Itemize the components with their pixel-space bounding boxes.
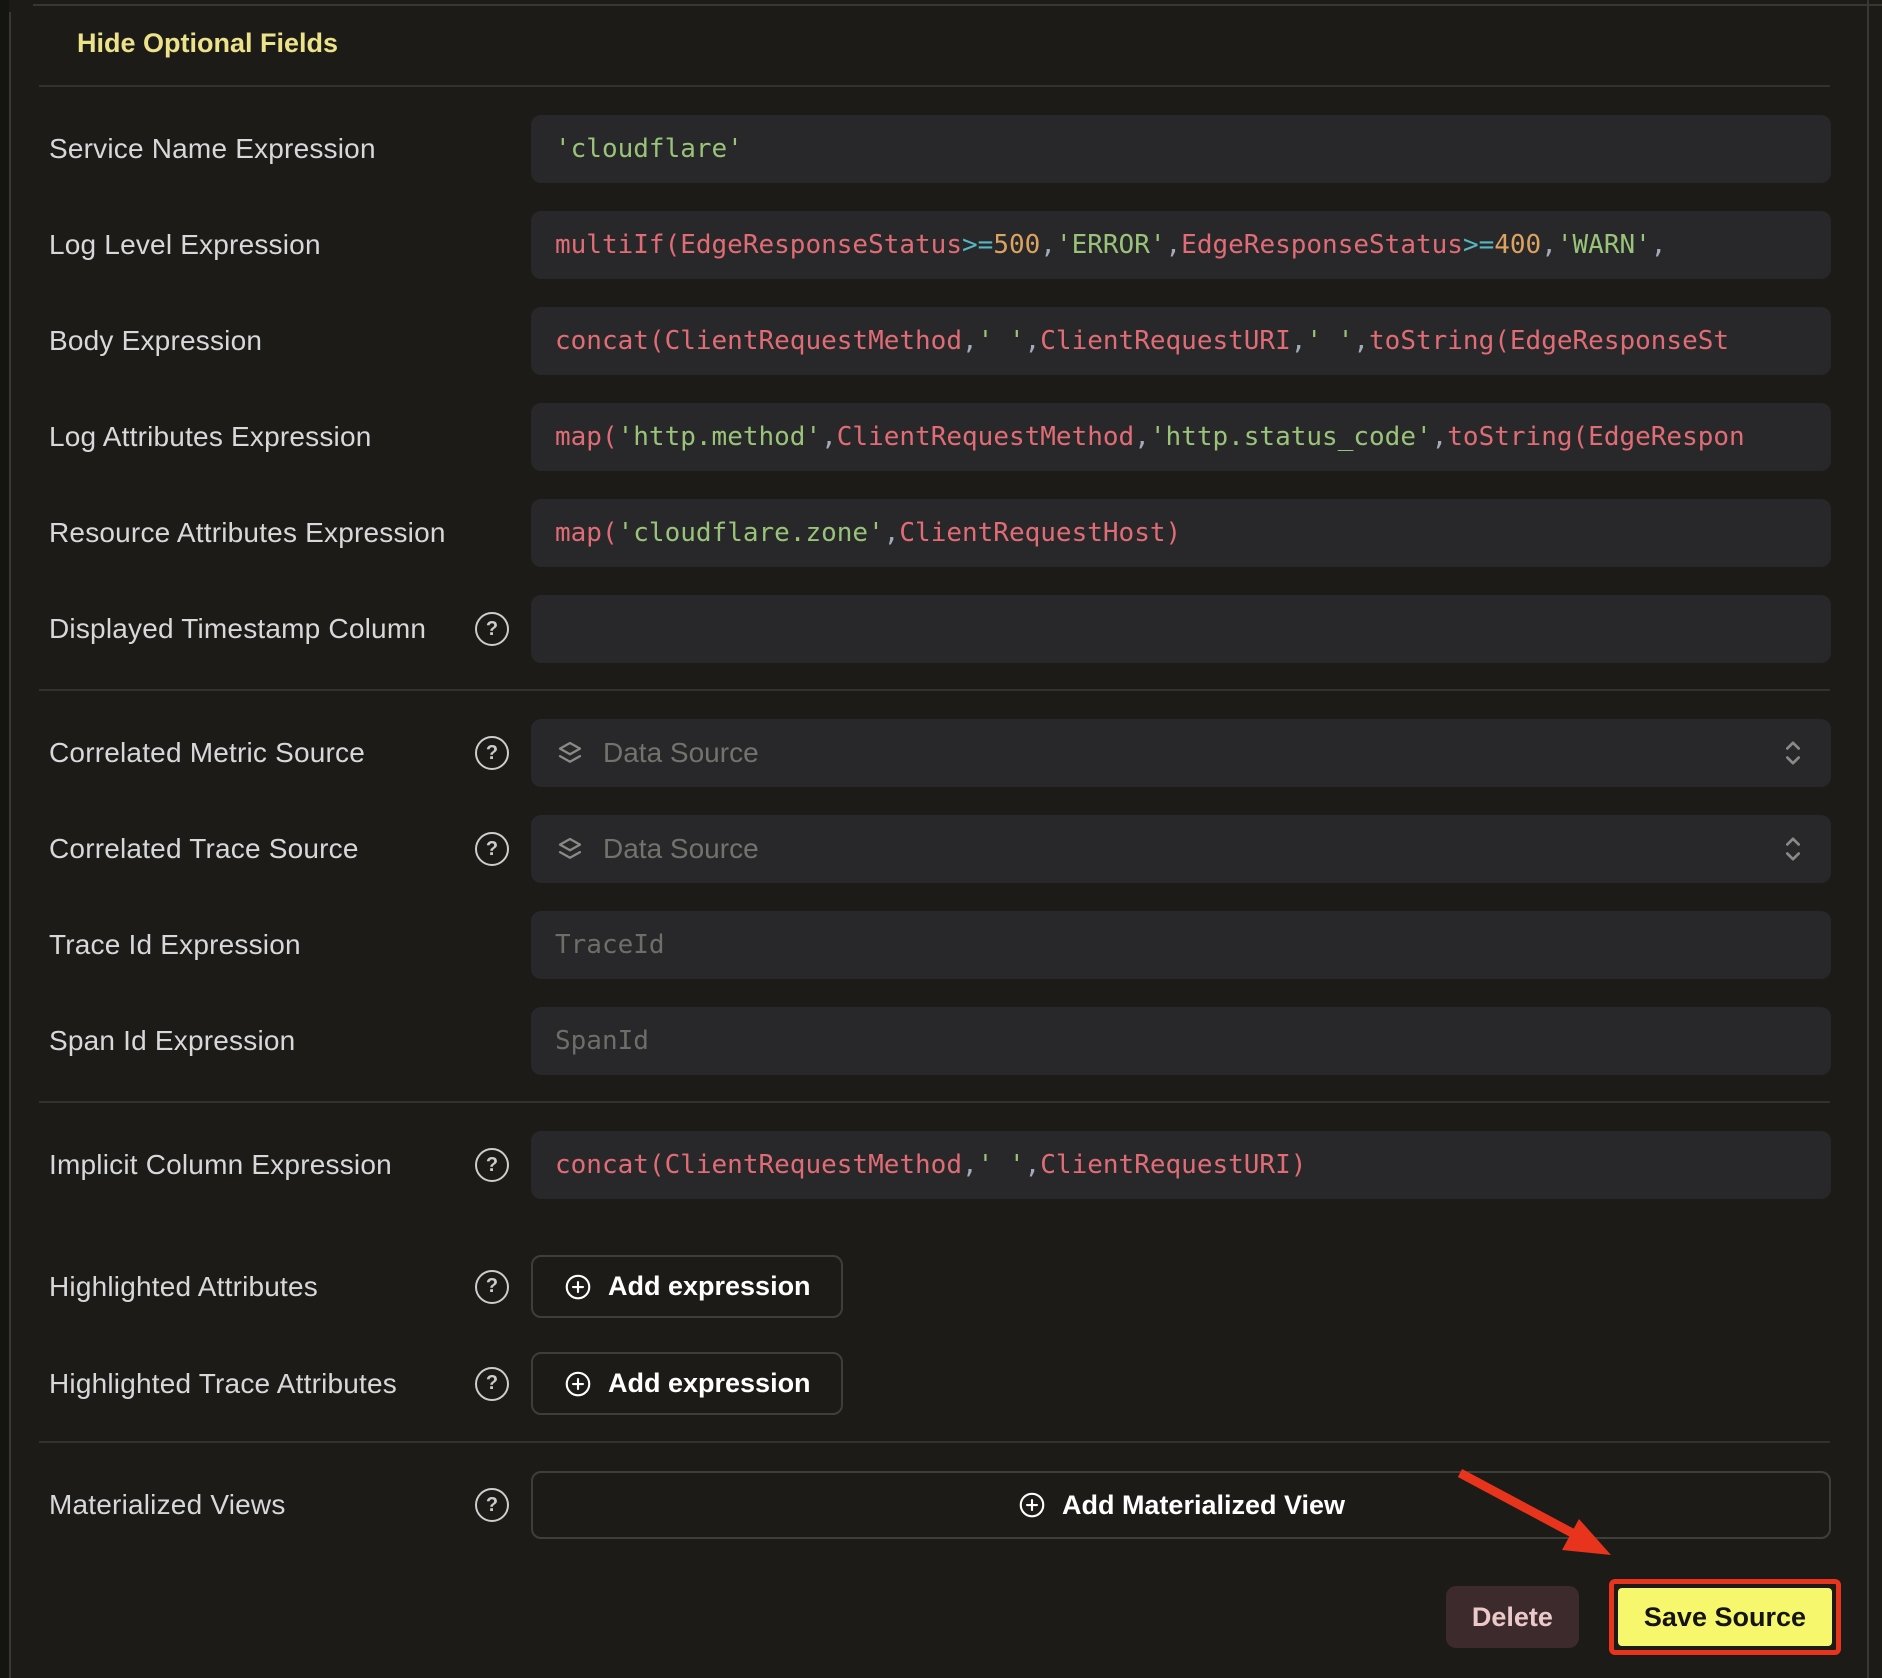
optional-fields-form: Hide Optional Fields Service Name Expres… xyxy=(11,0,1867,1655)
section-divider xyxy=(39,689,1830,691)
data-source-layers-icon xyxy=(555,834,585,864)
delete-button[interactable]: Delete xyxy=(1446,1586,1579,1648)
add-expression-label: Add expression xyxy=(608,1368,811,1399)
add-materialized-view-button[interactable]: Add Materialized View xyxy=(531,1471,1831,1539)
correlated-metric-source-select[interactable]: Data Source xyxy=(531,719,1831,787)
save-source-button[interactable]: Save Source xyxy=(1618,1588,1832,1646)
log-attributes-input[interactable]: map('http.method', ClientRequestMethod, … xyxy=(531,403,1831,471)
field-row-service-name: Service Name Expression 'cloudflare' xyxy=(11,115,1867,183)
log-level-input[interactable]: multiIf(EdgeResponseStatus >= 500, 'ERRO… xyxy=(531,211,1831,279)
implicit-column-label: Implicit Column Expression xyxy=(49,1149,392,1181)
help-icon[interactable]: ? xyxy=(475,1148,509,1182)
help-icon[interactable]: ? xyxy=(475,736,509,770)
log-attributes-label: Log Attributes Expression xyxy=(49,421,372,453)
plus-circle-icon xyxy=(563,1369,593,1399)
field-row-log-level: Log Level Expression multiIf(EdgeRespons… xyxy=(11,211,1867,279)
field-row-log-attributes: Log Attributes Expression map('http.meth… xyxy=(11,403,1867,471)
field-row-implicit-column: Implicit Column Expression ? concat(Clie… xyxy=(11,1131,1867,1199)
field-row-highlighted-trace-attributes: Highlighted Trace Attributes ? Add expre… xyxy=(11,1352,1867,1415)
scrollbar-track[interactable] xyxy=(1867,0,1869,1678)
implicit-column-input[interactable]: concat(ClientRequestMethod, ' ', ClientR… xyxy=(531,1131,1831,1199)
field-row-displayed-timestamp: Displayed Timestamp Column ? xyxy=(11,595,1867,663)
displayed-timestamp-label: Displayed Timestamp Column xyxy=(49,613,426,645)
highlighted-attributes-label: Highlighted Attributes xyxy=(49,1271,318,1303)
displayed-timestamp-input[interactable] xyxy=(531,595,1831,663)
body-expression-input[interactable]: concat(ClientRequestMethod, ' ', ClientR… xyxy=(531,307,1831,375)
select-placeholder: Data Source xyxy=(603,737,759,769)
field-row-materialized-views: Materialized Views ? Add Materialized Vi… xyxy=(11,1471,1867,1539)
add-expression-button[interactable]: Add expression xyxy=(531,1352,843,1415)
chevron-up-down-icon xyxy=(1779,736,1807,770)
field-row-correlated-metric: Correlated Metric Source ? Data Source xyxy=(11,719,1867,787)
resource-attributes-input[interactable]: map('cloudflare.zone', ClientRequestHost… xyxy=(531,499,1831,567)
span-id-input[interactable] xyxy=(531,1007,1831,1075)
hide-optional-fields-link[interactable]: Hide Optional Fields xyxy=(77,28,338,59)
add-materialized-view-label: Add Materialized View xyxy=(1062,1490,1345,1521)
source-settings-panel: Hide Optional Fields Service Name Expres… xyxy=(0,0,1882,1678)
trace-id-input[interactable] xyxy=(531,911,1831,979)
body-expression-label: Body Expression xyxy=(49,325,262,357)
plus-circle-icon xyxy=(563,1272,593,1302)
panel-left-gutter xyxy=(0,0,9,1678)
footer-actions: Delete Save Source xyxy=(11,1579,1841,1655)
field-row-trace-id: Trace Id Expression xyxy=(11,911,1867,979)
help-icon[interactable]: ? xyxy=(475,1488,509,1522)
highlighted-trace-attributes-label: Highlighted Trace Attributes xyxy=(49,1368,397,1400)
field-row-resource-attributes: Resource Attributes Expression map('clou… xyxy=(11,499,1867,567)
correlated-trace-source-select[interactable]: Data Source xyxy=(531,815,1831,883)
help-icon[interactable]: ? xyxy=(475,1367,509,1401)
field-row-correlated-trace: Correlated Trace Source ? Data Source xyxy=(11,815,1867,883)
add-expression-button[interactable]: Add expression xyxy=(531,1255,843,1318)
help-icon[interactable]: ? xyxy=(475,612,509,646)
annotation-highlight-box: Save Source xyxy=(1609,1579,1841,1655)
section-divider xyxy=(39,1441,1830,1443)
plus-circle-icon xyxy=(1017,1490,1047,1520)
add-expression-label: Add expression xyxy=(608,1271,811,1302)
service-name-input[interactable]: 'cloudflare' xyxy=(531,115,1831,183)
correlated-trace-label: Correlated Trace Source xyxy=(49,833,359,865)
service-name-label: Service Name Expression xyxy=(49,133,376,165)
select-placeholder: Data Source xyxy=(603,833,759,865)
span-id-label: Span Id Expression xyxy=(49,1025,295,1057)
log-level-label: Log Level Expression xyxy=(49,229,321,261)
section-divider xyxy=(39,85,1830,87)
materialized-views-label: Materialized Views xyxy=(49,1489,286,1521)
help-icon[interactable]: ? xyxy=(475,1270,509,1304)
field-row-body: Body Expression concat(ClientRequestMeth… xyxy=(11,307,1867,375)
section-divider xyxy=(39,1101,1830,1103)
field-row-highlighted-attributes: Highlighted Attributes ? Add expression xyxy=(11,1255,1867,1318)
field-row-span-id: Span Id Expression xyxy=(11,1007,1867,1075)
chevron-up-down-icon xyxy=(1779,832,1807,866)
resource-attributes-label: Resource Attributes Expression xyxy=(49,517,446,549)
data-source-layers-icon xyxy=(555,738,585,768)
help-icon[interactable]: ? xyxy=(475,832,509,866)
correlated-metric-label: Correlated Metric Source xyxy=(49,737,365,769)
trace-id-label: Trace Id Expression xyxy=(49,929,301,961)
